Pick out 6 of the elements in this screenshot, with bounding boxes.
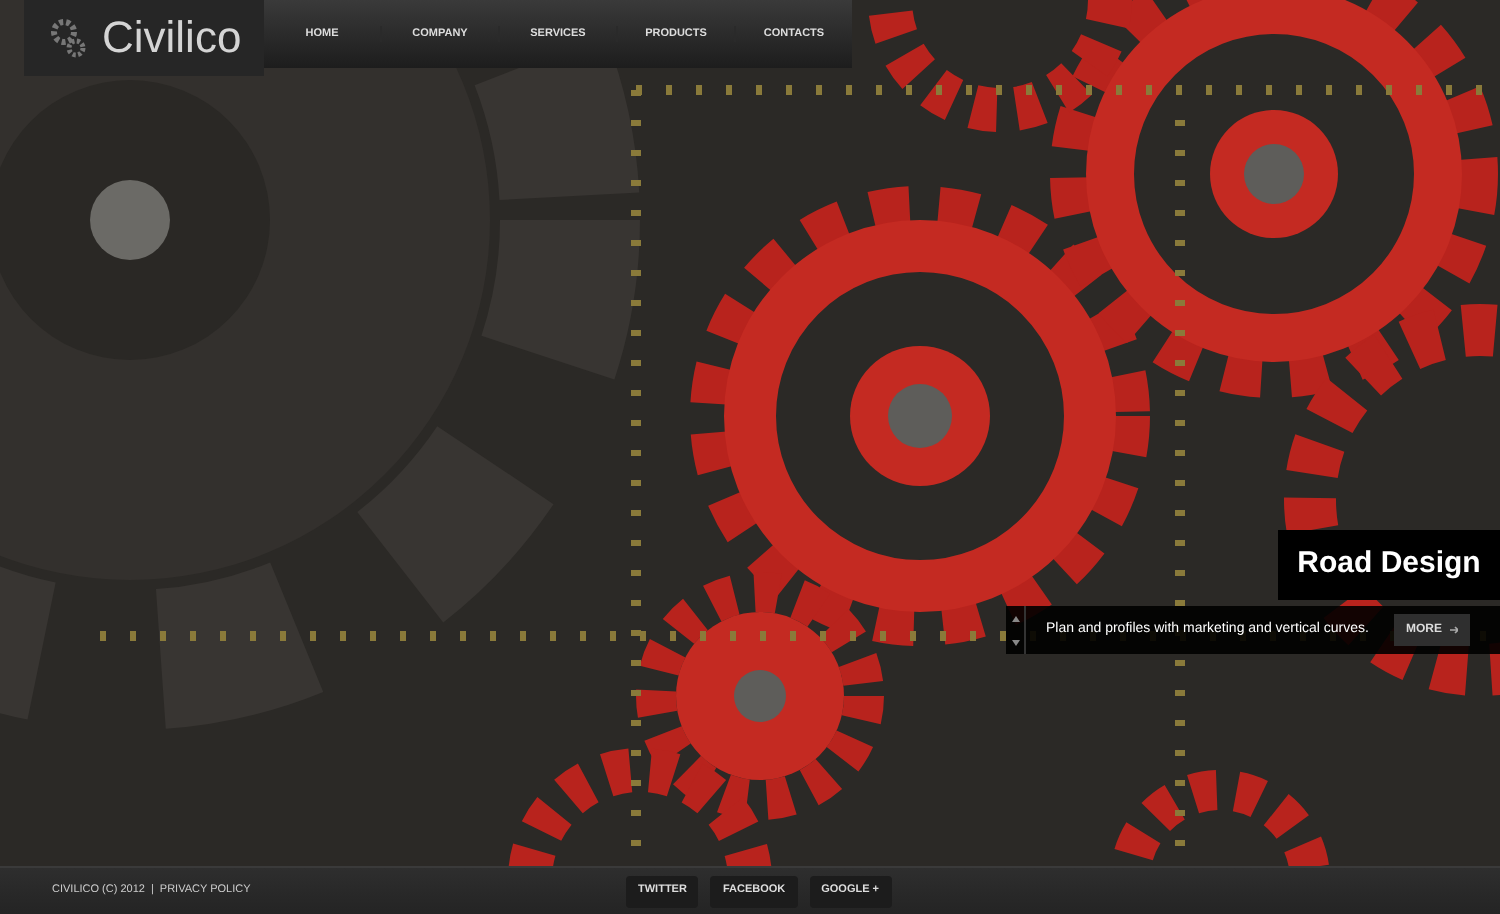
- down-arrow-icon[interactable]: [1011, 639, 1019, 645]
- slide-title: Road Design: [1297, 544, 1481, 585]
- up-arrow-icon[interactable]: [1011, 615, 1019, 621]
- gears-icon: [50, 18, 86, 58]
- logo[interactable]: Civilico: [102, 16, 242, 60]
- arrow-right-icon: [1450, 626, 1458, 634]
